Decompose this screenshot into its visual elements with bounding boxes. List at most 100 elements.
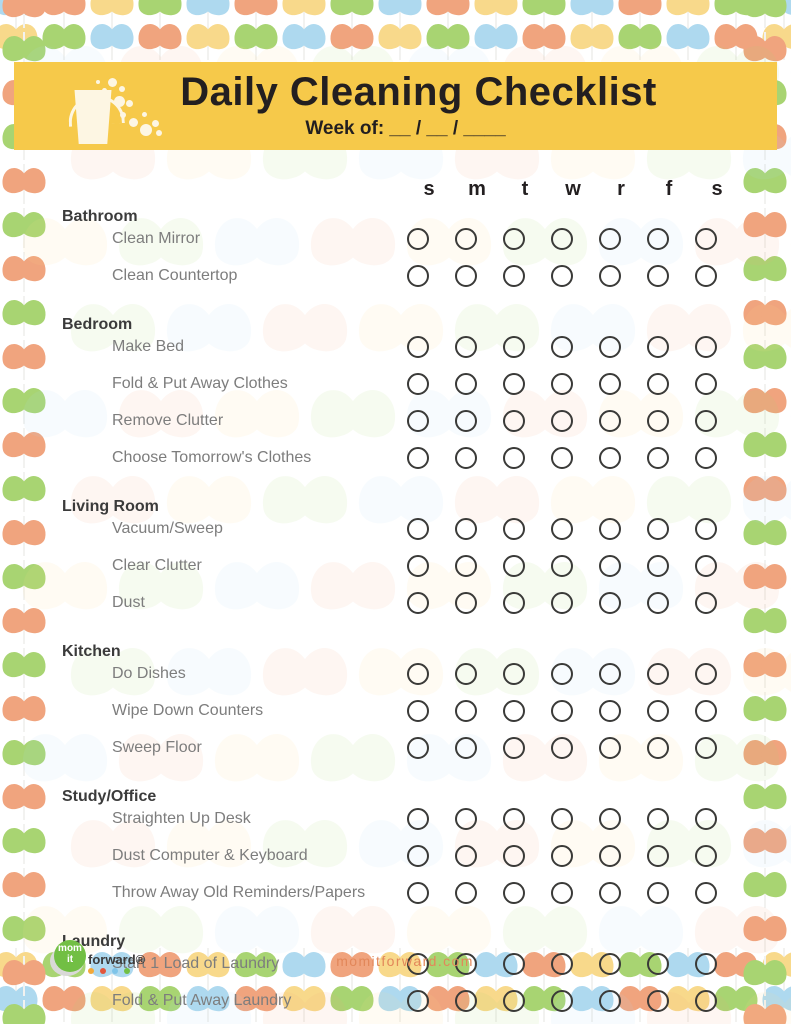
checkbox-tuesday[interactable] — [503, 410, 525, 432]
checkbox-friday[interactable] — [647, 700, 669, 722]
checkbox-wednesday[interactable] — [551, 265, 573, 287]
checkbox-thursday[interactable] — [599, 882, 621, 904]
checkbox-monday[interactable] — [455, 663, 477, 685]
checkbox-thursday[interactable] — [599, 592, 621, 614]
checkbox-friday[interactable] — [647, 410, 669, 432]
checkbox-friday[interactable] — [647, 663, 669, 685]
checkbox-thursday[interactable] — [599, 990, 621, 1012]
checkbox-tuesday[interactable] — [503, 845, 525, 867]
checkbox-thursday[interactable] — [599, 518, 621, 540]
checkbox-monday[interactable] — [455, 555, 477, 577]
checkbox-thursday[interactable] — [599, 737, 621, 759]
checkbox-tuesday[interactable] — [503, 808, 525, 830]
checkbox-monday[interactable] — [455, 228, 477, 250]
checkbox-friday[interactable] — [647, 953, 669, 975]
checkbox-tuesday[interactable] — [503, 373, 525, 395]
checkbox-wednesday[interactable] — [551, 336, 573, 358]
checkbox-saturday[interactable] — [695, 953, 717, 975]
checkbox-thursday[interactable] — [599, 447, 621, 469]
checkbox-monday[interactable] — [455, 410, 477, 432]
checkbox-saturday[interactable] — [695, 845, 717, 867]
checkbox-wednesday[interactable] — [551, 663, 573, 685]
checkbox-monday[interactable] — [455, 592, 477, 614]
checkbox-friday[interactable] — [647, 555, 669, 577]
checkbox-sunday[interactable] — [407, 228, 429, 250]
checkbox-sunday[interactable] — [407, 265, 429, 287]
checkbox-wednesday[interactable] — [551, 990, 573, 1012]
checkbox-friday[interactable] — [647, 737, 669, 759]
checkbox-saturday[interactable] — [695, 447, 717, 469]
checkbox-friday[interactable] — [647, 447, 669, 469]
checkbox-saturday[interactable] — [695, 410, 717, 432]
checkbox-saturday[interactable] — [695, 518, 717, 540]
checkbox-saturday[interactable] — [695, 555, 717, 577]
checkbox-sunday[interactable] — [407, 373, 429, 395]
checkbox-saturday[interactable] — [695, 336, 717, 358]
checkbox-wednesday[interactable] — [551, 555, 573, 577]
checkbox-thursday[interactable] — [599, 410, 621, 432]
checkbox-tuesday[interactable] — [503, 592, 525, 614]
checkbox-wednesday[interactable] — [551, 518, 573, 540]
checkbox-saturday[interactable] — [695, 700, 717, 722]
checkbox-sunday[interactable] — [407, 555, 429, 577]
website-url[interactable]: momitforward.com — [255, 953, 555, 969]
checkbox-wednesday[interactable] — [551, 373, 573, 395]
checkbox-monday[interactable] — [455, 808, 477, 830]
checkbox-tuesday[interactable] — [503, 228, 525, 250]
checkbox-wednesday[interactable] — [551, 592, 573, 614]
checkbox-sunday[interactable] — [407, 663, 429, 685]
checkbox-thursday[interactable] — [599, 700, 621, 722]
checkbox-monday[interactable] — [455, 845, 477, 867]
checkbox-saturday[interactable] — [695, 737, 717, 759]
checkbox-monday[interactable] — [455, 373, 477, 395]
checkbox-friday[interactable] — [647, 228, 669, 250]
checkbox-thursday[interactable] — [599, 953, 621, 975]
checkbox-sunday[interactable] — [407, 336, 429, 358]
checkbox-monday[interactable] — [455, 700, 477, 722]
checkbox-friday[interactable] — [647, 808, 669, 830]
checkbox-tuesday[interactable] — [503, 555, 525, 577]
checkbox-thursday[interactable] — [599, 373, 621, 395]
checkbox-friday[interactable] — [647, 845, 669, 867]
checkbox-sunday[interactable] — [407, 990, 429, 1012]
checkbox-sunday[interactable] — [407, 592, 429, 614]
checkbox-friday[interactable] — [647, 336, 669, 358]
checkbox-wednesday[interactable] — [551, 447, 573, 469]
checkbox-sunday[interactable] — [407, 410, 429, 432]
checkbox-monday[interactable] — [455, 882, 477, 904]
checkbox-monday[interactable] — [455, 990, 477, 1012]
checkbox-tuesday[interactable] — [503, 336, 525, 358]
brand-logo[interactable]: mom it forward® — [48, 938, 178, 978]
checkbox-saturday[interactable] — [695, 882, 717, 904]
checkbox-monday[interactable] — [455, 737, 477, 759]
checkbox-wednesday[interactable] — [551, 737, 573, 759]
checkbox-thursday[interactable] — [599, 336, 621, 358]
checkbox-tuesday[interactable] — [503, 265, 525, 287]
checkbox-friday[interactable] — [647, 882, 669, 904]
checkbox-monday[interactable] — [455, 518, 477, 540]
checkbox-tuesday[interactable] — [503, 447, 525, 469]
checkbox-thursday[interactable] — [599, 265, 621, 287]
checkbox-thursday[interactable] — [599, 228, 621, 250]
checkbox-friday[interactable] — [647, 518, 669, 540]
checkbox-saturday[interactable] — [695, 265, 717, 287]
checkbox-wednesday[interactable] — [551, 410, 573, 432]
checkbox-saturday[interactable] — [695, 990, 717, 1012]
checkbox-saturday[interactable] — [695, 663, 717, 685]
checkbox-thursday[interactable] — [599, 663, 621, 685]
checkbox-saturday[interactable] — [695, 808, 717, 830]
checkbox-friday[interactable] — [647, 592, 669, 614]
checkbox-wednesday[interactable] — [551, 700, 573, 722]
checkbox-sunday[interactable] — [407, 447, 429, 469]
checkbox-sunday[interactable] — [407, 737, 429, 759]
checkbox-monday[interactable] — [455, 336, 477, 358]
checkbox-friday[interactable] — [647, 373, 669, 395]
checkbox-wednesday[interactable] — [551, 845, 573, 867]
checkbox-tuesday[interactable] — [503, 663, 525, 685]
checkbox-wednesday[interactable] — [551, 808, 573, 830]
checkbox-sunday[interactable] — [407, 518, 429, 540]
checkbox-tuesday[interactable] — [503, 737, 525, 759]
checkbox-thursday[interactable] — [599, 555, 621, 577]
checkbox-tuesday[interactable] — [503, 990, 525, 1012]
checkbox-saturday[interactable] — [695, 228, 717, 250]
